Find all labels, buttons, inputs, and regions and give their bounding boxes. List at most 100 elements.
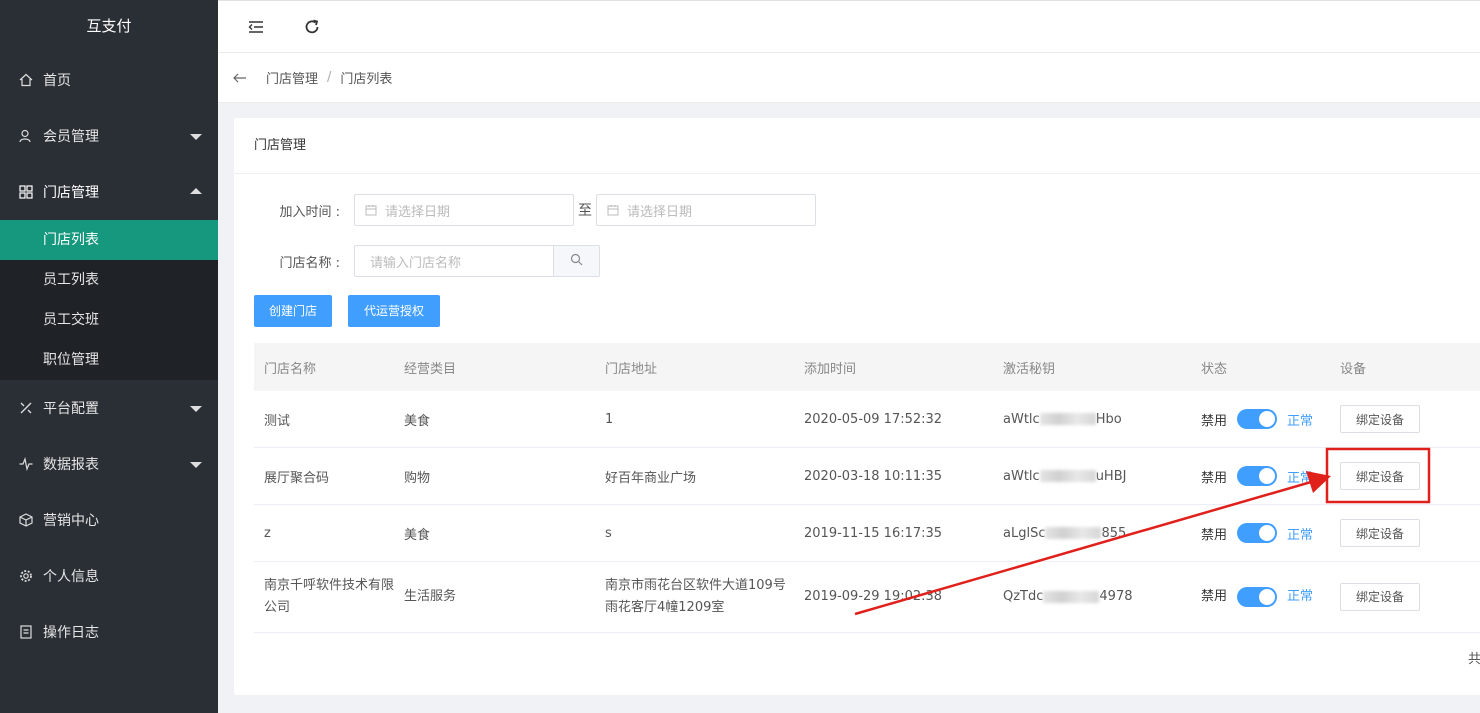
status-off-label: 禁用 bbox=[1201, 527, 1228, 543]
sidebar-item-label: 营销中心 bbox=[43, 513, 99, 529]
sidebar-item-stores[interactable]: 门店管理 bbox=[0, 164, 218, 220]
top-bar bbox=[218, 0, 1480, 53]
sidebar-item-label: 操作日志 bbox=[43, 625, 99, 641]
cell-add-time: 2020-03-18 10:11:35 bbox=[804, 468, 943, 484]
status-on-label: 正常 bbox=[1287, 413, 1314, 429]
create-store-button[interactable]: 创建门店 bbox=[254, 295, 332, 327]
search-button[interactable] bbox=[554, 245, 600, 277]
pulse-icon bbox=[18, 456, 34, 472]
status-on-label: 正常 bbox=[1287, 470, 1314, 486]
breadcrumb-current: 门店列表 bbox=[340, 72, 393, 87]
status-off-label: 禁用 bbox=[1201, 589, 1228, 604]
store-table: 门店名称 经营类目 门店地址 添加时间 激活秘钥 状态 设备 测试 美食 1 2… bbox=[254, 343, 1480, 633]
key-suffix: 4978 bbox=[1099, 589, 1133, 604]
sidebar-item-staff-list[interactable]: 员工列表 bbox=[0, 260, 218, 300]
bind-device-button[interactable]: 绑定设备 bbox=[1340, 519, 1420, 547]
sidebar-item-home[interactable]: 首页 bbox=[0, 52, 218, 108]
cell-activation-key: aWtlc uHBJ bbox=[993, 469, 1192, 484]
bind-device-button[interactable]: 绑定设备 bbox=[1340, 462, 1420, 490]
chevron-up-icon bbox=[190, 188, 202, 194]
breadcrumb-parent[interactable]: 门店管理 bbox=[266, 68, 318, 87]
sidebar-item-label: 首页 bbox=[43, 73, 71, 89]
sidebar-item-label: 平台配置 bbox=[43, 401, 99, 417]
user-icon bbox=[18, 128, 34, 144]
cell-address: s bbox=[605, 525, 612, 541]
cell-category: 美食 bbox=[404, 413, 431, 429]
col-category: 经营类目 bbox=[404, 361, 457, 377]
search-icon bbox=[570, 253, 583, 270]
start-date-input[interactable]: 请选择日期 bbox=[354, 194, 574, 226]
sidebar-item-profile[interactable]: 个人信息 bbox=[0, 548, 218, 604]
table-header: 门店名称 经营类目 门店地址 添加时间 激活秘钥 状态 设备 bbox=[254, 343, 1480, 391]
back-arrow-icon[interactable] bbox=[232, 70, 248, 86]
table-row: z 美食 s 2019-11-15 16:17:35 aLglSc 855 禁用 正… bbox=[254, 505, 1480, 562]
cell-activation-key: aWtlc Hbo bbox=[993, 412, 1192, 427]
status-toggle[interactable] bbox=[1237, 523, 1278, 543]
key-suffix: uHBJ bbox=[1095, 468, 1127, 484]
collapse-menu-icon[interactable] bbox=[247, 18, 265, 36]
cell-device: 绑定设备 bbox=[1332, 583, 1480, 611]
cell-status: 禁用 正常 bbox=[1192, 466, 1332, 486]
sidebar-item-store-list[interactable]: 门店列表 bbox=[0, 220, 218, 260]
sidebar-item-label: 门店管理 bbox=[43, 185, 99, 201]
sidebar-item-members[interactable]: 会员管理 bbox=[0, 108, 218, 164]
sidebar-item-label: 会员管理 bbox=[43, 129, 99, 145]
cell-activation-key: QzTdc 4978 bbox=[993, 586, 1192, 608]
cell-add-time: 2019-09-29 19:02:38 bbox=[804, 589, 943, 604]
status-off-label: 禁用 bbox=[1201, 413, 1228, 429]
end-date-input[interactable]: 请选择日期 bbox=[596, 194, 816, 226]
breadcrumb-separator: / bbox=[327, 70, 332, 85]
col-device: 设备 bbox=[1340, 361, 1367, 377]
start-date-placeholder: 请选择日期 bbox=[385, 204, 451, 220]
end-date-placeholder: 请选择日期 bbox=[627, 204, 693, 220]
sidebar-item-label: 数据报表 bbox=[43, 457, 99, 473]
redacted-mask bbox=[1039, 470, 1096, 482]
table-row: 展厅聚合码 购物 好百年商业广场 2020-03-18 10:11:35 aWt… bbox=[254, 448, 1480, 505]
cell-address: 南京市雨花台区软件大道109号雨花客厅4幢1209室 bbox=[605, 578, 786, 615]
redacted-mask bbox=[1039, 413, 1096, 425]
authorize-button[interactable]: 代运营授权 bbox=[348, 295, 440, 327]
pagination-total: 共 bbox=[1468, 652, 1480, 667]
sidebar-item-staff-shift[interactable]: 员工交班 bbox=[0, 300, 218, 340]
cell-category: 生活服务 bbox=[404, 589, 457, 604]
col-address: 门店地址 bbox=[605, 361, 658, 377]
status-on-label: 正常 bbox=[1287, 527, 1314, 543]
chevron-down-icon bbox=[190, 406, 202, 412]
sidebar-item-logs[interactable]: 操作日志 bbox=[0, 604, 218, 660]
join-time-row: 加入时间 : 请选择日期 至 请选择日期 bbox=[234, 194, 816, 226]
status-toggle[interactable] bbox=[1237, 409, 1278, 429]
status-toggle[interactable] bbox=[1237, 587, 1278, 607]
log-icon bbox=[18, 624, 34, 640]
tools-icon bbox=[18, 400, 34, 416]
status-toggle[interactable] bbox=[1237, 466, 1278, 486]
sidebar-item-reports[interactable]: 数据报表 bbox=[0, 436, 218, 492]
bind-device-button[interactable]: 绑定设备 bbox=[1340, 583, 1420, 611]
sidebar: 互支付 首页 会员管理 门店管理 门店列表 员工列表 员工交班 职位管理 平台配… bbox=[0, 0, 218, 713]
table-row: 测试 美食 1 2020-05-09 17:52:32 aWtlc Hbo 禁用 正… bbox=[254, 391, 1480, 448]
col-add-time: 添加时间 bbox=[804, 361, 857, 377]
home-icon bbox=[18, 72, 34, 88]
col-status: 状态 bbox=[1201, 361, 1228, 377]
app-title: 互支付 bbox=[86, 17, 132, 35]
key-prefix: QzTdc bbox=[1003, 589, 1044, 604]
sidebar-item-platform[interactable]: 平台配置 bbox=[0, 380, 218, 436]
cell-status: 禁用 正常 bbox=[1192, 409, 1332, 429]
key-prefix: aLglSc bbox=[1003, 525, 1046, 541]
store-name-row: 门店名称 : 请输入门店名称 bbox=[234, 245, 600, 277]
store-name-input[interactable]: 请输入门店名称 bbox=[354, 245, 554, 277]
card-title: 门店管理 bbox=[234, 118, 1480, 174]
store-card: 门店管理 加入时间 : 请选择日期 至 请选择日期 门店名称 : 请输入门店名称… bbox=[234, 118, 1480, 695]
store-icon bbox=[18, 184, 34, 200]
cell-add-time: 2020-05-09 17:52:32 bbox=[804, 411, 943, 427]
sidebar-item-marketing[interactable]: 营销中心 bbox=[0, 492, 218, 548]
cell-status: 禁用 正常 bbox=[1192, 586, 1332, 608]
col-activation-key: 激活秘钥 bbox=[1003, 361, 1056, 377]
cell-add-time: 2019-11-15 16:17:35 bbox=[804, 525, 943, 541]
bind-device-button[interactable]: 绑定设备 bbox=[1340, 405, 1420, 433]
key-prefix: aWtlc bbox=[1003, 468, 1040, 484]
refresh-icon[interactable] bbox=[303, 18, 321, 36]
key-suffix: 855 bbox=[1101, 525, 1127, 541]
cell-activation-key: aLglSc 855 bbox=[993, 526, 1192, 541]
sidebar-item-positions[interactable]: 职位管理 bbox=[0, 340, 218, 380]
cell-device: 绑定设备 bbox=[1332, 405, 1480, 433]
